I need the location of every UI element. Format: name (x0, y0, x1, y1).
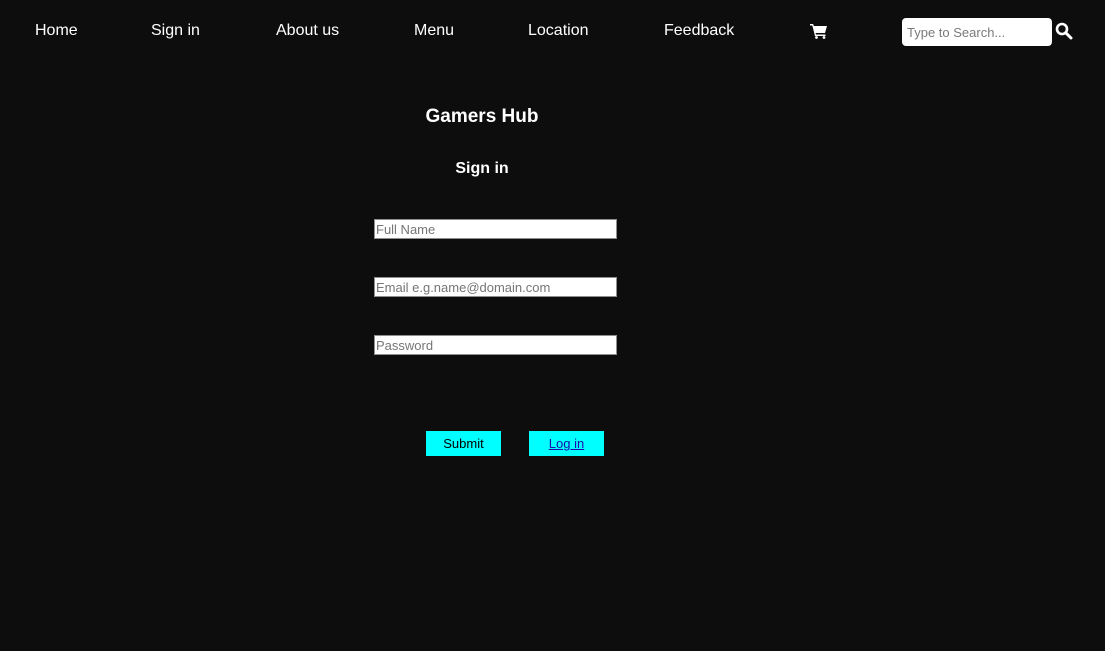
nav-location-link[interactable]: Location (528, 21, 589, 41)
magnifier-icon[interactable] (1055, 22, 1073, 40)
search-input[interactable] (902, 18, 1052, 46)
nav-menu-link[interactable]: Menu (414, 21, 454, 41)
nav-sign-in-link[interactable]: Sign in (151, 21, 200, 41)
submit-button[interactable]: Submit (426, 431, 501, 456)
log-in-link[interactable]: Log in (549, 436, 584, 451)
top-nav: Home Sign in About us Menu Location Feed… (0, 0, 1105, 62)
log-in-button[interactable]: Log in (529, 431, 604, 456)
password-field[interactable] (374, 335, 617, 355)
nav-home-link[interactable]: Home (35, 21, 78, 41)
nav-feedback-link[interactable]: Feedback (664, 21, 734, 41)
email-field[interactable] (374, 277, 617, 297)
nav-about-us-link[interactable]: About us (276, 21, 339, 41)
full-name-field[interactable] (374, 219, 617, 239)
shopping-cart-icon[interactable] (810, 23, 828, 39)
page: Home Sign in About us Menu Location Feed… (0, 0, 1105, 651)
form-heading: Sign in (455, 160, 509, 177)
site-title: Gamers Hub (425, 106, 539, 127)
